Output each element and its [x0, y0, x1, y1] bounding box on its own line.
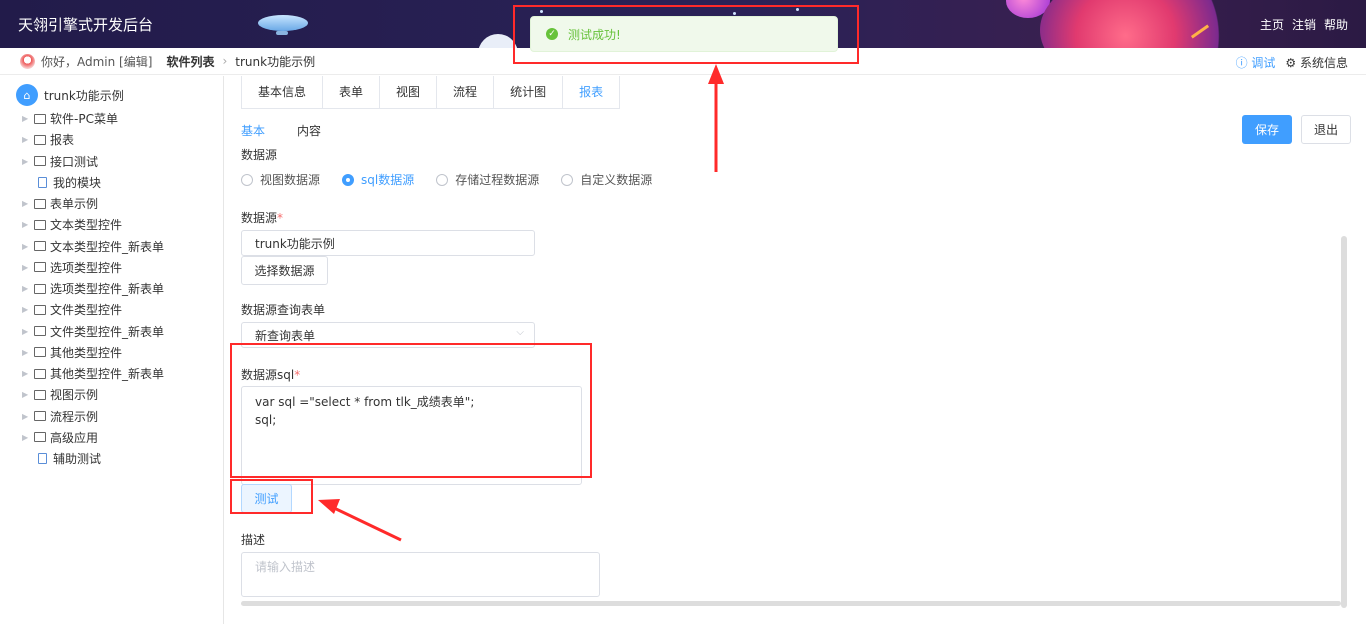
annotation-arrows: [318, 64, 724, 542]
arrow-up-head: [708, 64, 724, 84]
arrow-left-line: [331, 505, 402, 542]
arrow-left-head: [318, 499, 340, 514]
